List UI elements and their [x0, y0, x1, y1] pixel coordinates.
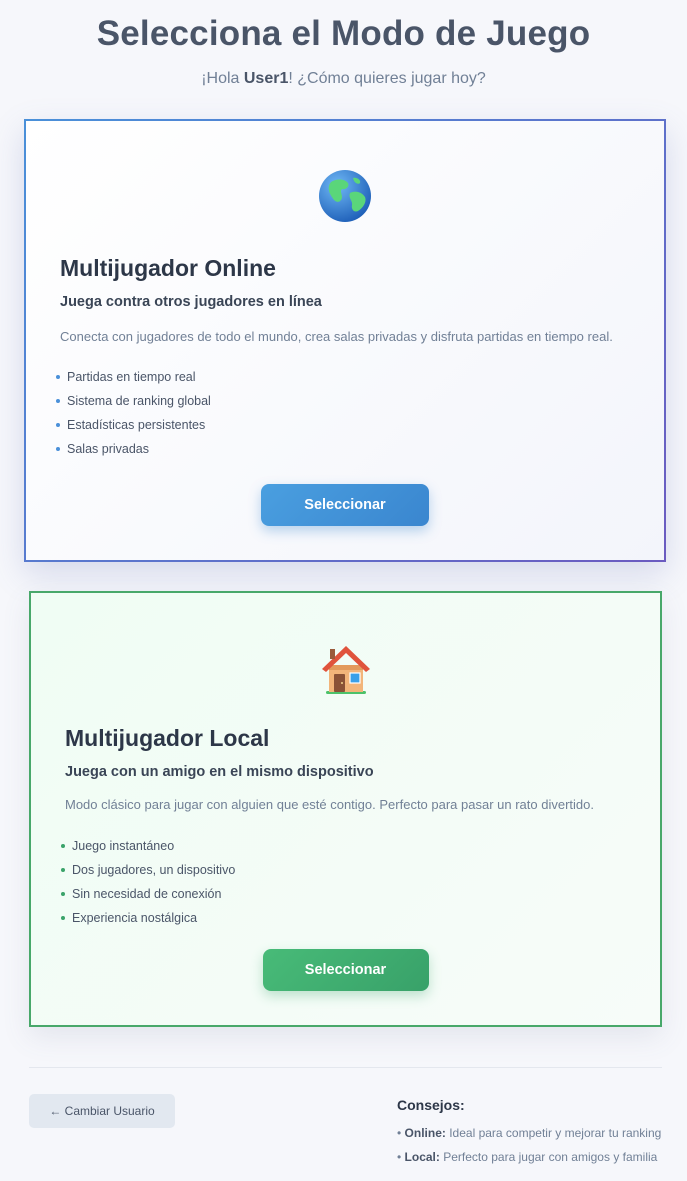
page-title: Selecciona el Modo de Juego [96, 14, 591, 53]
select-online-button[interactable]: Seleccionar [261, 484, 429, 526]
feature-item: Experiencia nostálgica [61, 909, 235, 933]
globe-icon [317, 168, 373, 224]
tip-local: • Local: Perfecto para jugar con amigos … [397, 1150, 657, 1164]
footer-divider [29, 1067, 662, 1068]
select-local-button[interactable]: Seleccionar [262, 949, 429, 991]
card-subtitle: Juega con un amigo en el mismo dispositi… [65, 764, 374, 780]
feature-item: Partidas en tiempo real [56, 368, 211, 392]
tip-bullet: • [397, 1126, 405, 1140]
feature-item: Sistema de ranking global [56, 392, 211, 416]
card-title: Multijugador Online [60, 255, 276, 281]
feature-item: Sin necesidad de conexión [61, 885, 235, 909]
tips-title: Consejos: [397, 1097, 465, 1113]
username: User1 [243, 70, 289, 87]
tip-online: • Online: Ideal para competir y mejorar … [397, 1126, 661, 1140]
tip-text: Perfecto para jugar con amigos y familia [439, 1150, 658, 1164]
greeting: ¡Hola User1! ¿Cómo quieres jugar hoy? [0, 70, 687, 88]
house-icon [318, 640, 374, 696]
card-title: Multijugador Local [65, 725, 270, 751]
tip-text: Ideal para competir y mejorar tu ranking [445, 1126, 662, 1140]
feature-list: Juego instantáneo Dos jugadores, un disp… [61, 837, 235, 933]
greeting-suffix: ! ¿Cómo quieres jugar hoy? [288, 70, 486, 87]
card-description: Modo clásico para jugar con alguien que … [65, 797, 594, 812]
card-description: Conecta con jugadores de todo el mundo, … [60, 329, 613, 344]
mode-card-local[interactable]: Multijugador Local Juega con un amigo en… [29, 591, 662, 1027]
feature-item: Salas privadas [56, 440, 211, 464]
greeting-prefix: ¡Hola [201, 70, 244, 87]
tip-label: Local: [404, 1150, 440, 1164]
tip-bullet: • [397, 1150, 405, 1164]
change-user-button[interactable]: ← Cambiar Usuario [29, 1094, 175, 1128]
feature-item: Estadísticas persistentes [56, 416, 211, 440]
feature-list: Partidas en tiempo real Sistema de ranki… [56, 368, 211, 464]
card-subtitle: Juega contra otros jugadores en línea [60, 294, 322, 310]
mode-card-online[interactable]: Multijugador Online Juega contra otros j… [24, 119, 666, 562]
feature-item: Juego instantáneo [61, 837, 235, 861]
feature-item: Dos jugadores, un dispositivo [61, 861, 235, 885]
tip-label: Online: [404, 1126, 446, 1140]
